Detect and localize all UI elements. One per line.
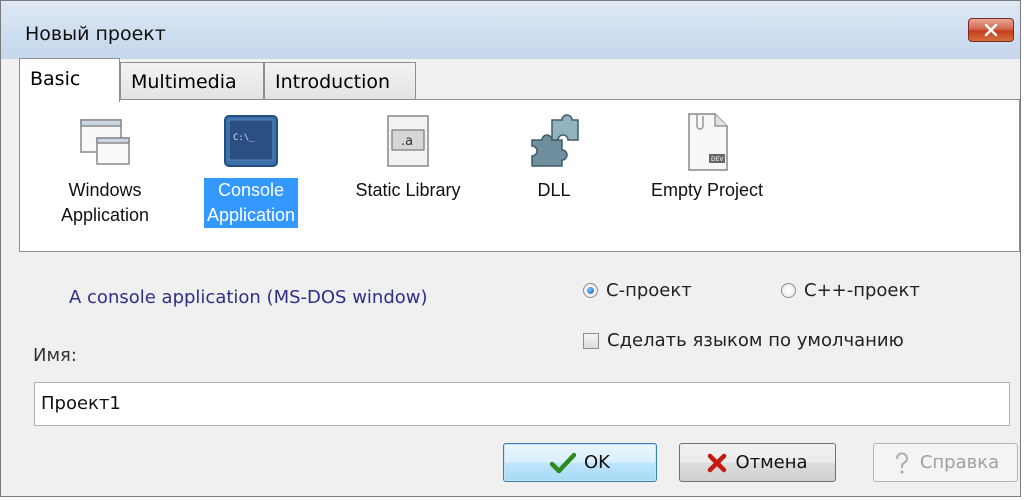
empty-project-icon: DEV [675,110,739,174]
tab-basic[interactable]: Basic [19,58,120,102]
default-language-checkbox[interactable]: Сделать языком по умолчанию [583,330,904,351]
project-label: Empty Project [650,180,764,200]
console-app-icon: C:\_ [219,110,283,174]
project-description: A console application (MS-DOS window) [69,287,428,308]
static-library-icon: .a [376,110,440,174]
help-icon [892,451,912,475]
svg-text:DEV: DEV [711,156,724,163]
checkbox[interactable] [583,332,599,349]
project-label: Console Application [203,178,299,228]
project-name-input[interactable]: Проект1 [34,382,1010,426]
x-icon [707,453,727,473]
svg-text:C:\_: C:\_ [233,133,255,143]
project-console-application[interactable]: C:\_ Console Application [192,110,310,228]
radio-c-project[interactable]: C-проект [583,280,692,301]
project-label: Static Library [355,180,461,200]
name-label: Имя: [33,345,77,366]
ok-button[interactable]: OK [503,443,657,482]
tab-label: Basic [30,68,81,90]
project-dll[interactable]: DLL [514,110,594,203]
svg-text:.a: .a [401,134,413,149]
radio-button-checked[interactable] [583,283,598,298]
tab-label: Introduction [275,71,391,93]
cancel-button[interactable]: Отмена [679,443,836,482]
close-button[interactable] [968,18,1014,42]
radio-button[interactable] [781,283,796,298]
tab-multimedia[interactable]: Multimedia [120,62,264,100]
help-button[interactable]: Справка [873,443,1018,482]
radio-cpp-project[interactable]: C++-проект [781,280,920,301]
checkmark-icon [550,452,576,474]
tab-label: Multimedia [131,71,237,93]
project-windows-application[interactable]: Windows Application [42,110,168,228]
title-bar[interactable]: Новый проект [1,1,1020,59]
dll-icon [522,110,586,174]
project-empty-project[interactable]: DEV Empty Project [632,110,782,203]
new-project-dialog: Новый проект Basic Multimedia Introducti… [0,0,1021,497]
project-label: DLL [537,180,571,200]
project-static-library[interactable]: .a Static Library [338,110,478,203]
close-icon [984,23,998,37]
tab-introduction[interactable]: Introduction [264,62,416,100]
window-title: Новый проект [25,23,166,45]
windows-app-icon [73,110,137,174]
project-label: Windows Application [60,180,150,225]
project-types-panel: Windows Application C:\_ Console Applica… [19,99,1020,252]
